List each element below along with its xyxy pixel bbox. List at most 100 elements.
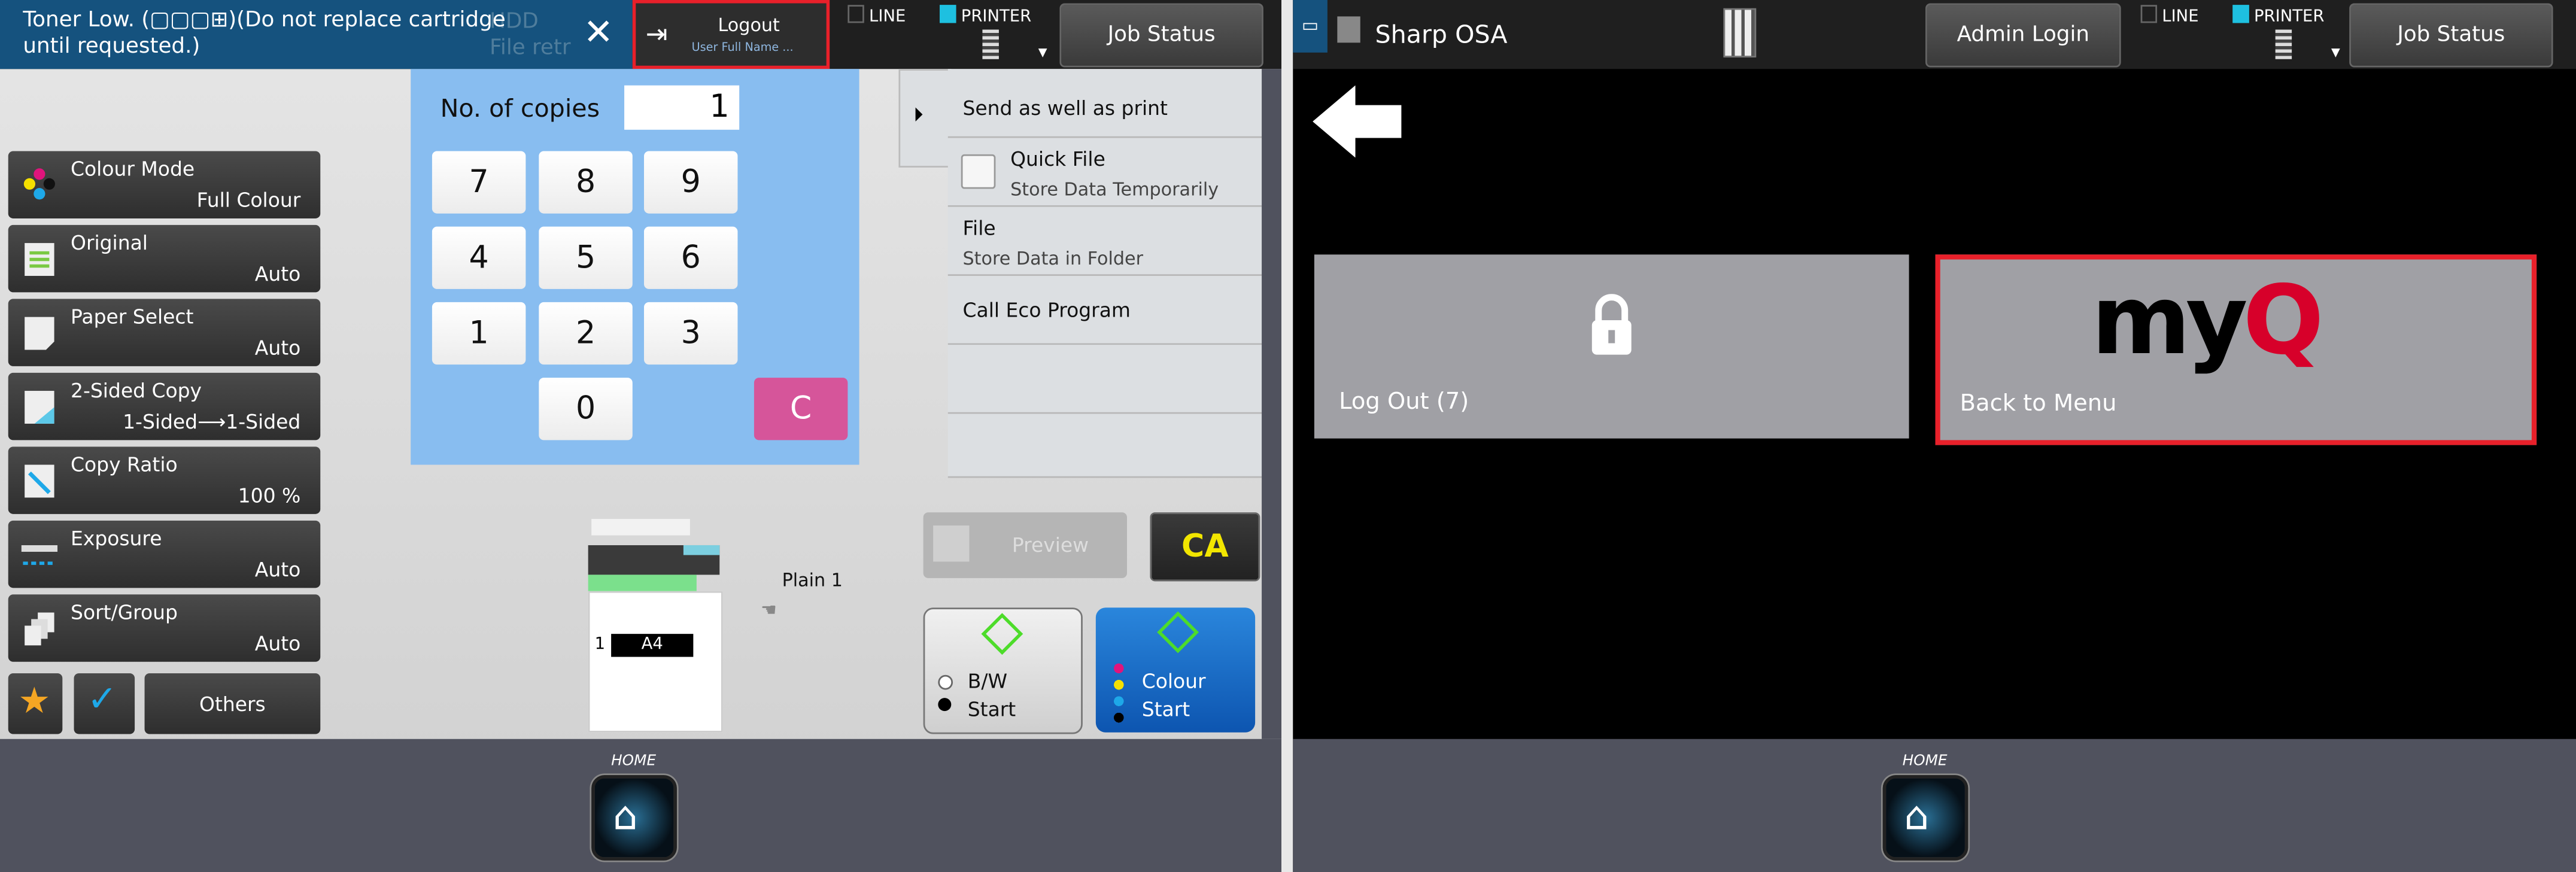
app-title: Sharp OSA [1375,19,1508,50]
item-sublabel: Store Data in Folder [962,248,1144,269]
home-button[interactable]: ⌂ [1882,775,1969,861]
key-3[interactable]: 3 [644,302,738,365]
item-label: Quick File [1010,147,1105,171]
others-button[interactable]: Others [144,673,321,734]
ratio-icon [25,464,54,498]
quick-file-checkbox[interactable] [961,154,996,189]
job-status-button[interactable]: Job Status [1059,3,1263,68]
key-2[interactable]: 2 [539,302,633,365]
bw-start-button[interactable]: B/W Start [923,607,1083,734]
printer-illustration: 1 A4 [588,512,723,734]
key-6[interactable]: 6 [644,226,738,289]
copy-screen: HDD File retrieve Toner Low. (▢▢▢⊞)(Do n… [0,0,1282,872]
menu-value: Auto [254,336,301,360]
list-item-eco[interactable]: Call Eco Program [947,275,1262,345]
job-status-button[interactable]: Job Status [2349,3,2553,68]
key-7[interactable]: 7 [432,151,526,214]
logout-button[interactable]: ⇥ Logout User Full Name ... [632,0,830,69]
menu-original[interactable]: Original Auto [8,224,321,293]
line-status: LINE [2140,5,2199,26]
copies-input[interactable]: 1 [624,85,740,130]
clear-button[interactable]: C [754,378,848,440]
menu-title: Exposure [71,527,162,551]
star-icon: ★ [18,681,51,723]
menu-copy-ratio[interactable]: Copy Ratio 100 % [8,446,321,514]
list-item-send[interactable]: Send as well as print [947,69,1262,138]
original-document-icon [25,243,54,276]
side-panel-toggle[interactable]: ⏵ [898,69,952,168]
menu-2-sided-copy[interactable]: 2-Sided Copy 1-Sided⟶1-Sided [8,372,321,440]
list-item-empty [947,414,1262,478]
logout-tile[interactable]: Log Out (7) [1314,254,1909,439]
printer-label: PRINTER [2254,8,2325,26]
list-item-file[interactable]: File Store Data in Folder [947,206,1262,276]
menu-title: Colour Mode [71,157,195,181]
toner-notice[interactable]: HDD File retrieve Toner Low. (▢▢▢⊞)(Do n… [0,0,633,69]
check-button[interactable]: ✓ [74,673,135,734]
back-arrow-icon[interactable] [1313,85,1405,158]
menu-title: Original [71,231,148,255]
item-label: Call Eco Program [962,299,1131,322]
cmyk-dots-icon [1114,663,1124,730]
menu-title: Paper Select [71,305,194,329]
top-bar: HDD File retrieve Toner Low. (▢▢▢⊞)(Do n… [0,0,1282,69]
myq-screen: ▭ Sharp OSA Admin Login LINE PRINTER ▼ J… [1293,0,2576,872]
lock-icon [1591,294,1632,355]
menu-exposure[interactable]: Exposure Auto [8,520,321,588]
clear-all-button[interactable]: CA [1150,512,1260,582]
tray-paper-label: Plain 1 [782,570,843,591]
back-to-menu-label: Back to Menu [1960,391,2117,417]
colour-dots-icon [23,168,55,200]
tray-number: 1 [594,635,606,654]
home-button[interactable]: ⌂ [591,775,677,861]
bw-dots-icon [938,674,953,690]
key-1[interactable]: 1 [432,302,526,365]
colour-label: Colour [1141,670,1206,693]
menu-title: Copy Ratio [71,453,178,476]
printer-status: PRINTER [2232,5,2324,26]
preview-icon [933,525,970,562]
tray-pointer-icon: ☚ [760,599,777,621]
admin-login-button[interactable]: Admin Login [1925,3,2121,68]
printer-label: PRINTER [961,8,1032,26]
favorite-button[interactable]: ★ [8,673,63,734]
back-to-menu-tile[interactable]: myQ Back to Menu [1935,254,2537,445]
key-8[interactable]: 8 [539,151,633,214]
line-status: LINE [847,5,906,26]
close-icon[interactable]: ✕ [583,13,613,54]
key-5[interactable]: 5 [539,226,633,289]
start-label: Start [967,698,1016,721]
list-item-empty [947,345,1262,414]
menu-paper-select[interactable]: Paper Select Auto [8,299,321,366]
logout-icon: ⇥ [645,18,668,50]
colour-start-button[interactable]: Colour Start [1095,607,1256,733]
sort-icon [25,612,54,646]
app-icon [1337,16,1360,43]
divider [1281,0,1293,872]
home-label: HOME [1902,753,1948,770]
menu-value: 100 % [238,484,301,508]
menu-colour-mode[interactable]: Colour Mode Full Colour [8,151,321,218]
preview-button[interactable]: Preview [923,512,1128,578]
dropdown-icon[interactable]: ▼ [1038,46,1047,59]
key-4[interactable]: 4 [432,226,526,289]
bw-label: B/W [967,670,1008,693]
printer-job-icon[interactable] [2275,29,2292,59]
tray-size[interactable]: A4 [611,634,694,657]
message-icon[interactable]: ▭ [1293,0,1328,53]
list-item-quick-file[interactable]: Quick File Store Data Temporarily [947,138,1262,207]
key-9[interactable]: 9 [644,151,738,214]
notice-text: Toner Low. (▢▢▢⊞)(Do not replace cartrid… [23,8,506,59]
copies-label: No. of copies [440,93,600,123]
start-icon [981,613,1023,655]
dropdown-icon[interactable]: ▼ [2331,46,2340,59]
keypad-icon[interactable] [1723,8,1757,58]
line-label: LINE [869,8,906,26]
menu-value: Auto [254,558,301,582]
black-dot [938,698,952,712]
key-0[interactable]: 0 [539,378,633,440]
paper-icon [25,317,54,350]
printer-job-icon[interactable] [982,29,999,59]
menu-sort-group[interactable]: Sort/Group Auto [8,594,321,662]
item-label: Send as well as print [962,96,1168,120]
